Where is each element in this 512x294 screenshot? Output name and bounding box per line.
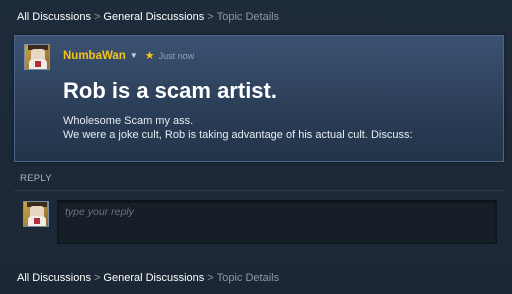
divider — [14, 190, 504, 191]
breadcrumb-all-discussions[interactable]: All Discussions — [17, 11, 91, 23]
author-row: NumbaWan ▼ ★ Just now — [63, 49, 195, 63]
breadcrumb-current: Topic Details — [216, 272, 280, 284]
post-timestamp: Just now — [158, 50, 195, 61]
caret-down-icon[interactable]: ▼ — [130, 51, 138, 60]
breadcrumb-separator: > — [207, 11, 214, 23]
topic-title: Rob is a scam artist. — [63, 78, 277, 103]
author-avatar[interactable] — [24, 44, 50, 70]
topic-body-line: Wholesome Scam my ass. — [63, 115, 194, 127]
author-name[interactable]: NumbaWan — [63, 50, 126, 62]
breadcrumb-separator: > — [93, 272, 101, 284]
breadcrumb-all-discussions[interactable]: All Discussions — [17, 272, 91, 284]
topic-body-line: We were a joke cult, Rob is taking advan… — [63, 129, 413, 141]
breadcrumb-separator: > — [207, 272, 214, 284]
star-icon: ★ — [144, 50, 155, 62]
breadcrumb-general-discussions[interactable]: General Discussions — [103, 272, 204, 284]
reply-input[interactable] — [57, 200, 497, 244]
breadcrumb: All Discussions > General Discussions > Topi… — [17, 11, 279, 23]
topic-body: Wholesome Scam my ass. We were a joke cu… — [63, 114, 413, 142]
reply-label: REPLY — [20, 173, 52, 184]
breadcrumb-separator: > — [93, 11, 101, 23]
breadcrumb-general-discussions[interactable]: General Discussions — [103, 11, 204, 23]
topic-post: NumbaWan ▼ ★ Just now Rob is a scam arti… — [14, 35, 504, 162]
breadcrumb-current: Topic Details — [216, 11, 280, 23]
user-avatar[interactable] — [23, 201, 49, 227]
breadcrumb: All Discussions > General Discussions > Topi… — [17, 272, 279, 284]
